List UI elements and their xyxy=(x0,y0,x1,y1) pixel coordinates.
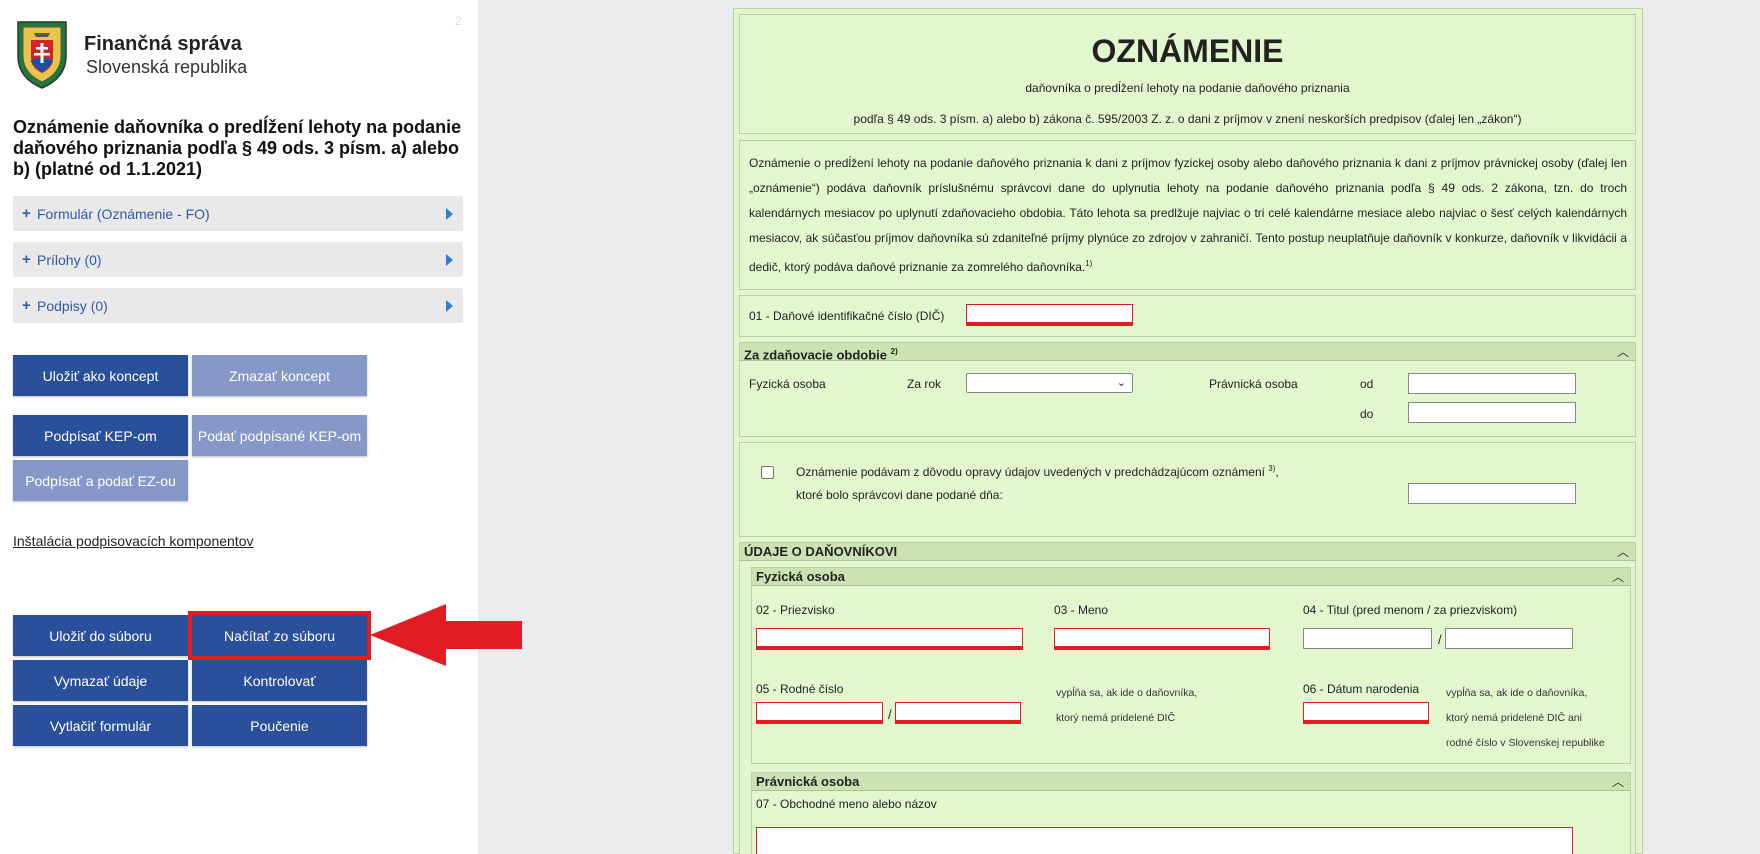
form-header: OZNÁMENIE daňovníka o predĺžení lehoty n… xyxy=(739,14,1636,134)
to-date-input[interactable] xyxy=(1408,402,1576,423)
correction-date-input[interactable] xyxy=(1408,483,1576,504)
collapse-icon[interactable]: ︿ xyxy=(1617,543,1629,561)
accordion-prilohy[interactable]: + Prílohy (0) xyxy=(13,242,463,277)
save-to-file-button[interactable]: Uložiť do súboru xyxy=(13,615,188,656)
birth-number-separator: / xyxy=(888,707,892,722)
from-date-input[interactable] xyxy=(1408,373,1576,394)
accordion-podpisy-label: Podpisy (0) xyxy=(37,298,108,314)
year-label: Za rok xyxy=(907,377,942,391)
plus-icon: + xyxy=(22,297,31,314)
natural-person-header[interactable]: Fyzická osoba ︿ xyxy=(752,568,1630,586)
period-box: Za zdaňovacie obdobie 2) ︿ Fyzická osoba… xyxy=(739,342,1636,437)
save-draft-button[interactable]: Uložiť ako koncept xyxy=(13,355,188,396)
accordion-formular[interactable]: + Formulár (Oznámenie - FO) xyxy=(13,196,463,231)
install-components-link[interactable]: Inštalácia podpisovacích komponentov xyxy=(13,533,253,549)
natural-person-label: Fyzická osoba xyxy=(749,377,826,391)
title-separator: / xyxy=(1438,632,1442,647)
surname-input[interactable] xyxy=(756,628,1023,650)
accordion-podpisy[interactable]: + Podpisy (0) xyxy=(13,288,463,323)
sign-kep-button[interactable]: Podpísať KEP-om xyxy=(13,415,188,456)
birth-number-label: 05 - Rodné číslo xyxy=(756,682,844,696)
form-panel: OZNÁMENIE daňovníka o predĺžení lehoty n… xyxy=(733,8,1643,854)
period-section-header[interactable]: Za zdaňovacie obdobie 2) ︿ xyxy=(740,343,1635,362)
legal-person-box: Právnická osoba ︿ 07 - Obchodné meno ale… xyxy=(751,772,1631,854)
taxpayer-section-header[interactable]: ÚDAJE O DAŇOVNÍKOVI ︿ xyxy=(740,543,1635,561)
correction-box: Oznámenie podávam z dôvodu opravy údajov… xyxy=(739,442,1636,537)
financna-sprava-logo xyxy=(17,21,67,89)
sign-submit-ez-button[interactable]: Podpísať a podať EZ-ou xyxy=(13,460,188,501)
form-legal-basis: podľa § 49 ods. 3 písm. a) alebo b) záko… xyxy=(853,112,1522,126)
correction-text: Oznámenie podávam z dôvodu opravy údajov… xyxy=(796,464,1279,479)
from-label: od xyxy=(1360,377,1374,391)
birth-number-part1-input[interactable] xyxy=(756,702,883,724)
caret-right-icon xyxy=(446,300,453,312)
chevron-down-icon: ⌄ xyxy=(1116,377,1126,389)
validate-button[interactable]: Kontrolovať xyxy=(192,660,367,701)
company-name-input[interactable] xyxy=(756,827,1573,854)
page-number: 2 xyxy=(455,14,462,28)
caret-right-icon xyxy=(446,208,453,220)
to-label: do xyxy=(1360,407,1374,421)
caret-right-icon xyxy=(446,254,453,266)
sidebar: Finančná správa Slovenská republika 2 Oz… xyxy=(0,0,478,854)
accordion-prilohy-label: Prílohy (0) xyxy=(37,252,102,268)
year-select[interactable]: ⌄ xyxy=(966,373,1133,393)
red-arrow-annotation xyxy=(370,604,522,666)
print-form-button[interactable]: Vytlačiť formulár xyxy=(13,705,188,746)
correction-date-label: ktoré bolo správcovi dane podané dňa: xyxy=(796,488,1003,502)
legal-person-label: Právnická osoba xyxy=(1209,377,1298,391)
title-label: 04 - Titul (pred menom / za priezviskom) xyxy=(1303,603,1518,617)
name-label: 03 - Meno xyxy=(1054,603,1109,617)
birth-date-note: vypĺňa sa, ak ide o daňovníka, ktorý nem… xyxy=(1446,687,1605,749)
clear-data-button[interactable]: Vymazať údaje xyxy=(13,660,188,701)
accordion-formular-label: Formulár (Oznámenie - FO) xyxy=(37,206,210,222)
birth-date-label: 06 - Dátum narodenia xyxy=(1303,682,1420,696)
natural-person-box: Fyzická osoba ︿ 02 - Priezvisko 03 - Men… xyxy=(751,567,1631,764)
legal-person-header[interactable]: Právnická osoba ︿ xyxy=(752,773,1630,791)
birth-number-part2-input[interactable] xyxy=(895,702,1021,724)
collapse-icon[interactable]: ︿ xyxy=(1612,568,1624,586)
taxpayer-box: ÚDAJE O DAŇOVNÍKOVI ︿ Fyzická osoba ︿ 02… xyxy=(739,542,1636,854)
document-title: Oznámenie daňovníka o predĺžení lehoty n… xyxy=(13,117,462,179)
brand-subtitle: Slovenská republika xyxy=(86,57,248,77)
company-name-label: 07 - Obchodné meno alebo názov xyxy=(756,797,937,811)
form-subtitle: daňovníka o predĺžení lehoty na podanie … xyxy=(1025,81,1350,95)
intro-box: Oznámenie o predĺžení lehoty na podanie … xyxy=(739,140,1636,290)
load-from-file-button[interactable]: Načítať zo súboru xyxy=(188,611,371,660)
surname-label: 02 - Priezvisko xyxy=(756,603,835,617)
dic-box: 01 - Daňové identifikačné číslo (DIČ) xyxy=(739,295,1636,337)
form-title: OZNÁMENIE xyxy=(1091,33,1284,69)
intro-text: Oznámenie o predĺžení lehoty na podanie … xyxy=(749,156,1627,274)
name-input[interactable] xyxy=(1054,628,1270,650)
plus-icon: + xyxy=(22,251,31,268)
collapse-icon[interactable]: ︿ xyxy=(1617,343,1629,361)
title-before-input[interactable] xyxy=(1303,628,1432,649)
dic-label: 01 - Daňové identifikačné číslo (DIČ) xyxy=(749,309,945,323)
submit-signed-kep-button[interactable]: Podať podpísané KEP-om xyxy=(192,415,367,456)
collapse-icon[interactable]: ︿ xyxy=(1612,773,1624,791)
dic-input[interactable] xyxy=(966,304,1133,326)
correction-checkbox[interactable] xyxy=(761,466,774,479)
instructions-button[interactable]: Poučenie xyxy=(192,705,367,746)
brand-name: Finančná správa xyxy=(84,33,242,55)
birth-date-input[interactable] xyxy=(1303,702,1429,724)
birth-number-note: vypĺňa sa, ak ide o daňovníka, ktorý nem… xyxy=(1056,687,1198,724)
plus-icon: + xyxy=(22,205,31,222)
delete-draft-button[interactable]: Zmazať koncept xyxy=(192,355,367,396)
title-after-input[interactable] xyxy=(1445,628,1573,649)
